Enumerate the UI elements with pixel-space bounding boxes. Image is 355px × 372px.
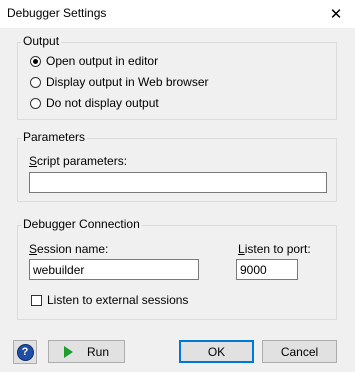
- debugger-connection-group: Debugger Connection Session name: Listen…: [17, 217, 337, 320]
- script-parameters-label-text: cript parameters:: [37, 154, 128, 168]
- output-group-title: Output: [21, 34, 62, 48]
- debugger-connection-group-title: Debugger Connection: [21, 217, 142, 231]
- script-parameters-label: Script parameters:: [29, 154, 128, 168]
- radio-open-in-editor[interactable]: Open output in editor: [30, 53, 158, 69]
- play-icon: [63, 345, 73, 358]
- run-button-label: Run: [86, 344, 109, 359]
- script-parameters-input[interactable]: [29, 172, 327, 193]
- radio-label: Do not display output: [46, 96, 159, 110]
- radio-button[interactable]: [30, 76, 41, 88]
- cancel-button[interactable]: Cancel: [262, 340, 337, 363]
- help-icon: ?: [16, 343, 34, 361]
- run-button[interactable]: Run: [48, 340, 125, 363]
- title-bar: Debugger Settings ✕: [0, 0, 355, 28]
- window-title: Debugger Settings: [7, 6, 107, 20]
- listen-external-checkbox-row[interactable]: Listen to external sessions: [31, 292, 188, 308]
- radio-display-in-browser[interactable]: Display output in Web browser: [30, 74, 209, 90]
- session-name-input[interactable]: [29, 259, 199, 280]
- radio-button[interactable]: [30, 97, 41, 109]
- output-group: Output Open output in editor Display out…: [17, 34, 337, 120]
- radio-button-checked[interactable]: [30, 55, 41, 67]
- parameters-group-title: Parameters: [21, 130, 88, 144]
- close-button[interactable]: ✕: [317, 0, 355, 28]
- listen-to-port-input[interactable]: [236, 259, 298, 280]
- radio-do-not-display[interactable]: Do not display output: [30, 95, 159, 111]
- help-button[interactable]: ?: [13, 340, 37, 364]
- session-name-label: Session name:: [29, 242, 109, 256]
- radio-label: Open output in editor: [46, 54, 159, 68]
- parameters-group: Parameters Script parameters:: [17, 130, 337, 202]
- ok-button[interactable]: OK: [179, 340, 254, 363]
- cancel-button-label: Cancel: [280, 344, 319, 359]
- listen-external-label: Listen to external sessions: [47, 293, 189, 307]
- radio-label: Display output in Web browser: [46, 75, 209, 89]
- ok-button-label: OK: [207, 344, 226, 359]
- listen-to-port-label: Listen to port:: [238, 242, 311, 256]
- close-icon: ✕: [329, 6, 343, 23]
- listen-external-checkbox[interactable]: [31, 294, 42, 306]
